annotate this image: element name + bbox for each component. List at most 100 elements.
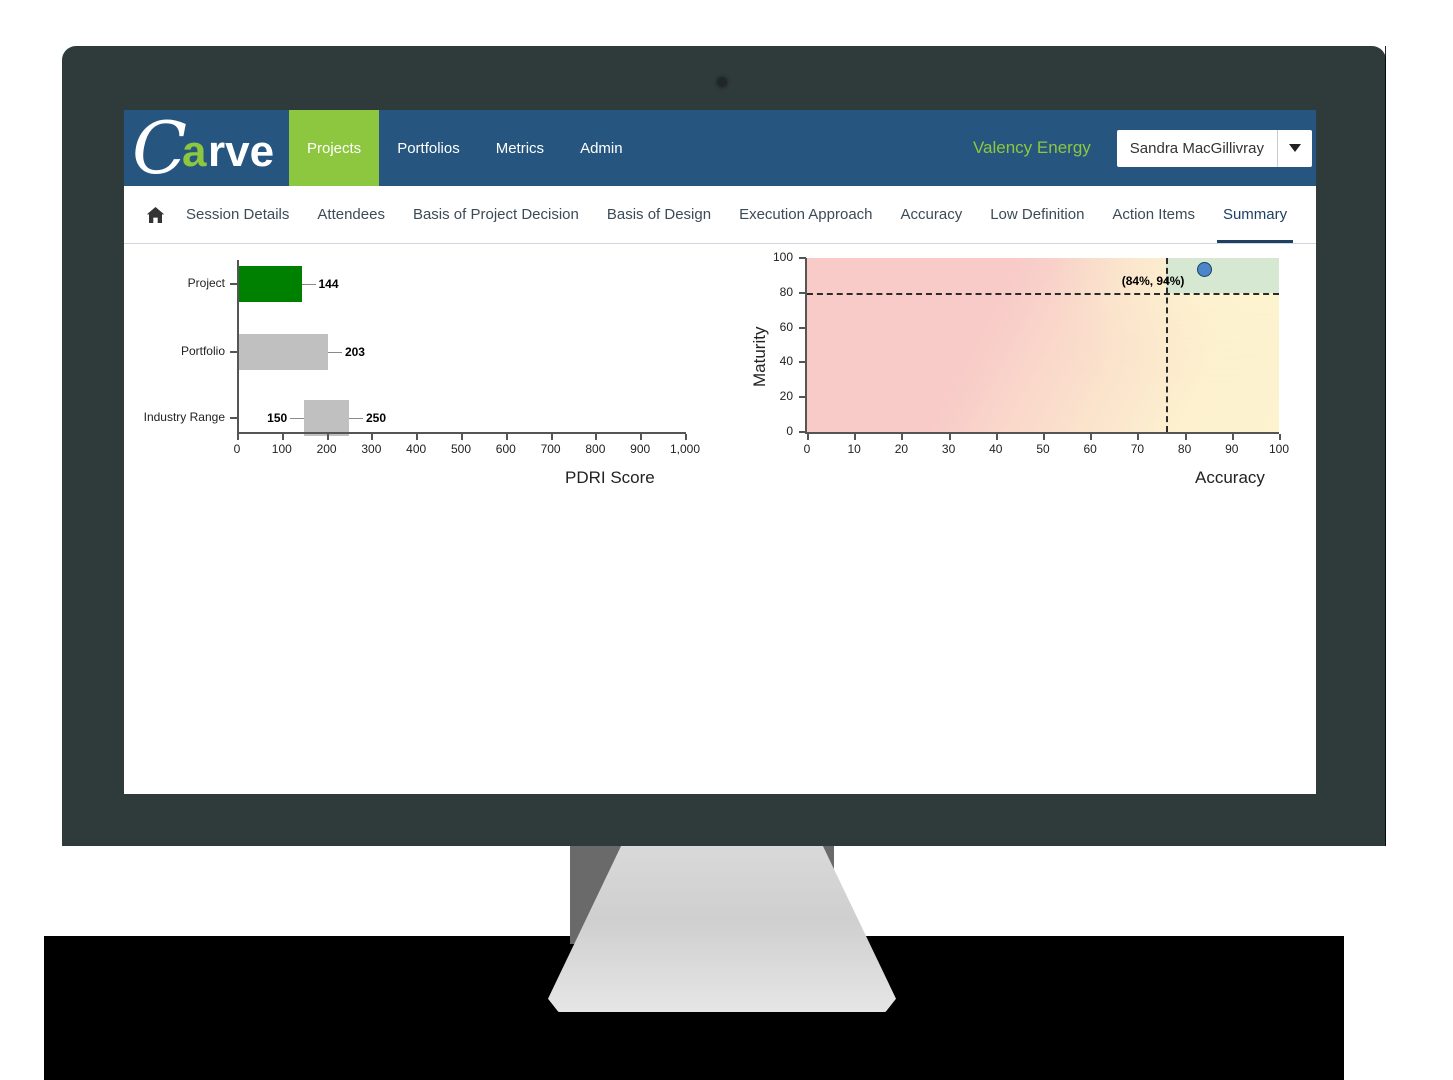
scatter-x-tick-label: 30 [941, 442, 956, 456]
scatter-x-tick-label: 100 [1268, 442, 1290, 456]
pdri-score-bar-chart: Project Portfolio Industry Range 144 203… [124, 244, 724, 524]
scatter-x-tick-label: 70 [1130, 442, 1145, 456]
organization-name: Valency Energy [972, 138, 1091, 157]
bar-chart-category-tick [230, 417, 237, 419]
nav-item-metrics-label: Metrics [495, 139, 545, 157]
bar-chart-tick [281, 434, 284, 440]
scatter-x-tick [948, 434, 951, 440]
accuracy-maturity-scatter-chart: Maturity Accuracy (84%, 94%) 0 10 20 30 40 50… [724, 244, 1316, 524]
scatter-x-tick-label: 20 [894, 442, 909, 456]
tab-basis-of-project-decision[interactable]: Basis of Project Decision [399, 186, 593, 243]
tab-accuracy[interactable]: Accuracy [887, 186, 977, 243]
tab-execution-approach-label: Execution Approach [739, 206, 873, 223]
bar-chart-tick-label: 700 [540, 442, 561, 456]
tab-execution-approach[interactable]: Execution Approach [725, 186, 886, 243]
maturity-threshold-line [807, 292, 1279, 295]
bar-chart-tick [237, 434, 239, 440]
nav-item-admin[interactable]: Admin [562, 110, 641, 186]
scatter-y-axis [805, 258, 807, 433]
bar-chart-tick-label: 900 [630, 442, 651, 456]
bar-value-label-industry-high: 250 [366, 411, 387, 425]
bar-chart-tick-label: 1,000 [669, 442, 701, 456]
tab-session-details-label: Session Details [186, 206, 290, 223]
tab-attendees[interactable]: Attendees [303, 186, 399, 243]
bar-value-leader [301, 284, 316, 285]
scatter-x-tick [1043, 434, 1045, 440]
scatter-x-tick-label: 50 [1036, 442, 1050, 456]
bar-value-label-project: 144 [318, 277, 339, 291]
bar-chart-tick [595, 434, 598, 440]
bar-category-label: Industry Range [143, 410, 225, 424]
bar-value-leader [327, 352, 342, 353]
scatter-x-tick [854, 434, 857, 440]
chevron-down-icon[interactable] [1277, 129, 1312, 167]
bar-chart-tick [371, 434, 374, 440]
scatter-y-tick [799, 361, 806, 364]
tab-session-details[interactable]: Session Details [172, 186, 303, 243]
scatter-y-tick [799, 396, 806, 399]
tab-low-definition[interactable]: Low Definition [976, 186, 1098, 243]
tab-basis-of-design[interactable]: Basis of Design [593, 186, 725, 243]
scatter-y-tick [799, 291, 806, 294]
logo-letter-c: C [132, 110, 188, 190]
nav-item-admin-label: Admin [580, 139, 623, 157]
tab-accuracy-label: Accuracy [900, 206, 963, 223]
scatter-data-point[interactable] [1196, 261, 1212, 277]
scatter-x-tick [1279, 434, 1281, 440]
scatter-y-tick [799, 257, 806, 259]
scatter-y-tick-label: 100 [772, 250, 793, 264]
bar-chart-tick-label: 100 [271, 442, 292, 456]
bar-chart-tick-label: 800 [585, 442, 606, 456]
scatter-x-tick [1090, 434, 1093, 440]
webcam-icon [717, 77, 727, 87]
scatter-plot-heatmap-area[interactable]: (84%, 94%) [807, 258, 1279, 432]
logo-letters-rve: rve [208, 127, 275, 176]
scatter-x-axis [805, 432, 1279, 434]
scatter-x-tick [901, 434, 904, 440]
scatter-x-tick [1231, 434, 1234, 440]
bar-chart-x-axis-title: PDRI Score [565, 468, 655, 487]
nav-item-projects-label: Projects [307, 139, 362, 157]
bar-chart-tick-label: 400 [406, 442, 427, 456]
tab-basis-of-project-decision-label: Basis of Project Decision [412, 206, 579, 223]
scatter-x-tick-label: 80 [1177, 442, 1192, 456]
nav-item-projects[interactable]: Projects [289, 110, 380, 186]
scatter-x-axis-title: Accuracy [1195, 468, 1265, 487]
scatter-y-tick-label: 40 [779, 354, 793, 369]
bar-chart-tick [461, 434, 463, 440]
bar-chart-tick-label: 300 [361, 442, 382, 456]
bar-chart-category-tick [230, 351, 237, 353]
scatter-x-tick-label: 40 [989, 442, 1003, 456]
bar-chart-tick-label: 200 [316, 442, 337, 456]
logo-letter-a: a [182, 127, 207, 176]
bar-chart-tick [326, 434, 329, 440]
nav-item-portfolios-label: Portfolios [397, 139, 460, 157]
nav-item-portfolios[interactable]: Portfolios [379, 110, 478, 186]
bar-category-label: Project [187, 276, 225, 290]
bar-chart-tick [550, 434, 553, 440]
nav-item-metrics[interactable]: Metrics [478, 110, 562, 186]
monitor-edge-line [1385, 46, 1386, 846]
tab-summary[interactable]: Summary [1209, 186, 1301, 243]
bar-chart-tick-label: 0 [233, 442, 241, 456]
user-select[interactable]: Sandra MacGillivray [1116, 129, 1312, 167]
bar-chart-tick [416, 434, 419, 440]
screen-content: C a rve Projects Portfolios Metrics Admi… [124, 110, 1316, 794]
tab-action-items[interactable]: Action Items [1098, 186, 1209, 243]
carve-logo[interactable]: C a rve [124, 110, 289, 186]
tab-attendees-label: Attendees [317, 206, 385, 223]
tab-summary-label: Summary [1222, 206, 1288, 223]
scatter-y-axis-title: Maturity [750, 326, 769, 387]
scatter-x-tick [807, 434, 809, 440]
scatter-x-tick-label: 60 [1083, 442, 1097, 456]
bar-industry-range[interactable] [304, 400, 349, 436]
bar-portfolio[interactable] [237, 334, 328, 370]
top-navigation-right: Valency Energy Sandra MacGillivray [972, 129, 1316, 167]
bar-chart-tick [640, 434, 643, 440]
bar-project[interactable] [237, 266, 302, 302]
scatter-x-tick-label: 90 [1225, 442, 1239, 456]
scatter-x-tick [1137, 434, 1140, 440]
bar-category-label: Portfolio [180, 344, 225, 358]
scatter-y-tick-label: 60 [779, 319, 793, 334]
home-icon[interactable] [138, 206, 172, 224]
